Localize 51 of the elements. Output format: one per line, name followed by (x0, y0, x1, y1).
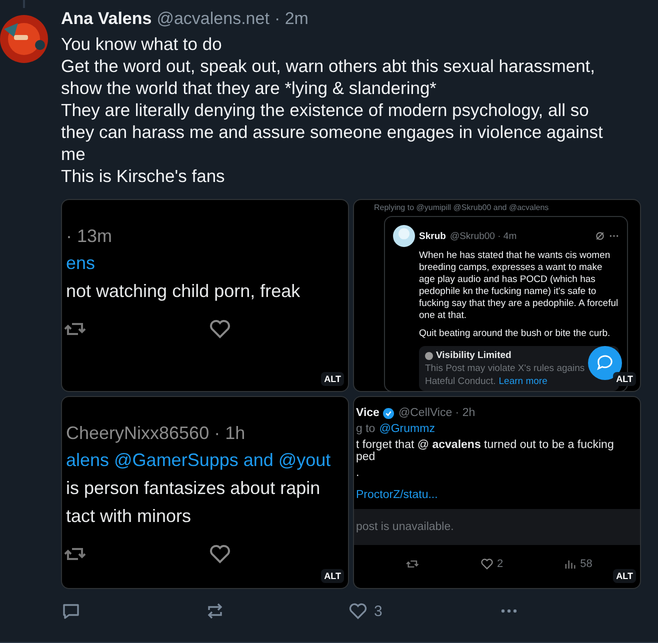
heart-icon (208, 542, 232, 566)
notice-title: Visibility Limited (436, 350, 512, 361)
view-count: 58 (580, 558, 592, 570)
tweet-meta: · 13m (66, 226, 114, 247)
alt-badge[interactable]: ALT (613, 569, 636, 583)
reply-mention: @Grummz (379, 423, 435, 435)
learn-more-link: Learn more (498, 376, 548, 387)
tweet-mention: ens (66, 252, 96, 275)
notice-text: This Post may violate X's rules agains (425, 363, 586, 374)
tweet-link: ProctorZ/statu... (356, 489, 439, 501)
quoted-text: Quit beating around the bush or bite the curb. (419, 328, 612, 340)
like-icon[interactable] (348, 601, 368, 621)
reply-icon[interactable] (61, 601, 81, 621)
tweet-text: t forget that @ acvalens turned out to be a fucking ped (356, 439, 615, 463)
author-handle[interactable]: @acvalens.net (156, 9, 270, 29)
heart-icon (480, 557, 494, 571)
tweet-meta: CheeryNixx86560 · 1h (66, 423, 246, 444)
repost-icon[interactable] (205, 601, 225, 621)
author-handle: @CellVice · 2h (398, 407, 476, 419)
replying-line: g to (356, 423, 376, 435)
alt-badge[interactable]: ALT (613, 372, 636, 386)
tweet-text: is person fantasizes about rapin (66, 477, 322, 500)
replying-line: Replying to @yumipill @Skrub00 and @acvalens (373, 202, 550, 214)
heart-icon (208, 317, 232, 341)
unavailable-notice: post is unavailable. (354, 509, 640, 545)
notice-text: Hateful Conduct. (425, 376, 496, 387)
like-count: 3 (374, 602, 382, 620)
post-time: · 2m (274, 9, 308, 29)
screenshot-image[interactable]: CheeryNixx86560 · 1h alens @GamerSupps and @yout is person fantasizes about rapin tact with minors ALT (61, 396, 349, 589)
author-name: Skrub (419, 230, 446, 242)
tweet-text: . (356, 467, 360, 479)
post-text: You know what to do (61, 33, 223, 55)
screenshot-image[interactable]: · 13m ens not watching child porn, freak ALT (61, 199, 349, 392)
post-text: This is Kirsche's fans (61, 165, 226, 187)
alt-badge[interactable]: ALT (321, 569, 344, 583)
screenshot-image[interactable] (353, 199, 641, 392)
post-text: They are literally denying the existence of modern psychology, all so they can harass me and assure someone engages in violence against me (61, 99, 604, 165)
alt-badge[interactable]: ALT (321, 372, 344, 386)
author-handle: @Skrub00 · 4m (450, 230, 518, 242)
post-text: Get the word out, speak out, warn others abt this sexual harassment, show the world that they are *lying & slandering* (61, 55, 596, 99)
author-name[interactable]: Ana Valens (61, 9, 152, 29)
avatar-icon (393, 225, 415, 247)
screenshot-image[interactable]: Vice @CellVice · 2h g to @Grummz t forget that @ acvalens turned out to be a fucking ped . ProctorZ/statu... post is unavailable. 2 58 ALT (353, 396, 641, 589)
tweet-text: tact with minors (66, 505, 192, 528)
like-count: 2 (497, 558, 504, 570)
quoted-text: When he has stated that he wants cis women breeding camps, expresses a want to make age play audio and has POCD (which has pedophile kn the fucking name) it's safe to fucking say that they are a pedophile. A forceful one at that. (419, 250, 619, 322)
tweet-mention: alens @GamerSupps and @yout (66, 449, 332, 472)
slash-circle-icon (595, 231, 605, 241)
author-name: Vice (356, 407, 380, 419)
tweet-text: not watching child porn, freak (66, 280, 302, 303)
avatar-icon[interactable] (0, 15, 48, 63)
